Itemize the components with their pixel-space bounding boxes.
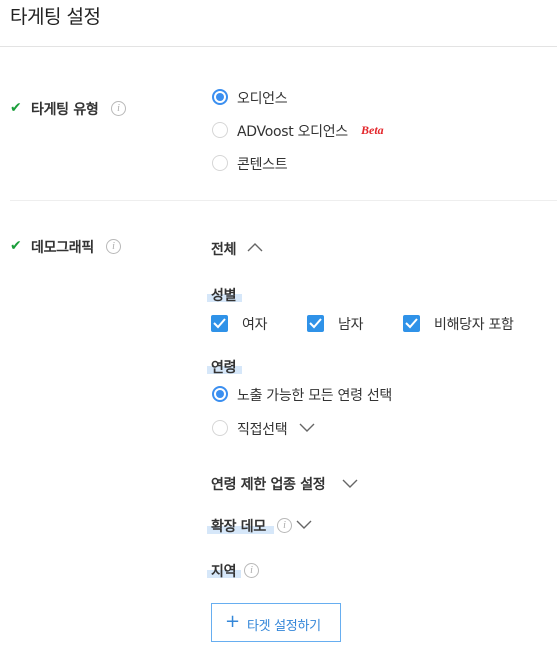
age-label: 연령 <box>211 360 237 376</box>
header-divider <box>0 46 557 47</box>
age-restriction-label[interactable]: 연령 제한 업종 설정 <box>211 474 326 494</box>
checkmark-icon <box>213 318 226 329</box>
checkbox-male[interactable] <box>307 315 324 332</box>
section-divider <box>10 200 557 201</box>
chevron-down-icon[interactable] <box>299 423 315 433</box>
custom-age-label[interactable]: 직접선택 <box>237 419 288 439</box>
set-target-button[interactable]: + 타겟 설정하기 <box>211 603 341 642</box>
option-advoost-label[interactable]: ADVoost 오디언스 <box>237 121 348 141</box>
checkmark-icon <box>309 318 322 329</box>
radio-context[interactable] <box>212 155 228 171</box>
targeting-type-label: 타게팅 유형 <box>31 102 99 118</box>
chevron-down-icon[interactable] <box>342 479 358 489</box>
radio-all-ages[interactable] <box>212 386 228 402</box>
info-icon[interactable]: i <box>244 563 259 578</box>
region-label: 지역 <box>211 564 237 580</box>
page-title: 타게팅 설정 <box>10 6 101 28</box>
check-icon: ✔ <box>10 238 22 254</box>
option-audience-label[interactable]: 오디언스 <box>237 88 288 108</box>
gender-label: 성별 <box>211 288 237 304</box>
radio-advoost-audience[interactable] <box>212 122 228 138</box>
radio-audience[interactable] <box>212 89 228 105</box>
checkmark-icon <box>405 318 418 329</box>
option-context-label[interactable]: 콘텐스트 <box>237 154 288 174</box>
beta-badge: Beta <box>361 123 384 137</box>
info-icon[interactable]: i <box>277 518 292 533</box>
info-icon[interactable]: i <box>106 239 121 254</box>
chevron-down-icon[interactable] <box>296 520 312 530</box>
checkbox-non-applicable[interactable] <box>403 315 420 332</box>
radio-custom-age[interactable] <box>212 420 228 436</box>
set-target-label: 타겟 설정하기 <box>247 619 321 634</box>
demographic-label: 데모그래픽 <box>31 240 94 256</box>
info-icon[interactable]: i <box>111 101 126 116</box>
all-ages-label[interactable]: 노출 가능한 모든 연령 선택 <box>237 385 392 405</box>
male-label[interactable]: 남자 <box>338 314 363 334</box>
checkbox-female[interactable] <box>211 315 228 332</box>
female-label[interactable]: 여자 <box>242 314 267 334</box>
scope-toggle-label[interactable]: 전체 <box>211 239 236 259</box>
check-icon: ✔ <box>10 100 22 116</box>
chevron-up-icon[interactable] <box>247 242 263 252</box>
non-applicable-label[interactable]: 비해당자 포함 <box>434 314 514 334</box>
extended-demo-label[interactable]: 확장 데모 <box>211 516 266 536</box>
plus-icon: + <box>225 611 240 632</box>
